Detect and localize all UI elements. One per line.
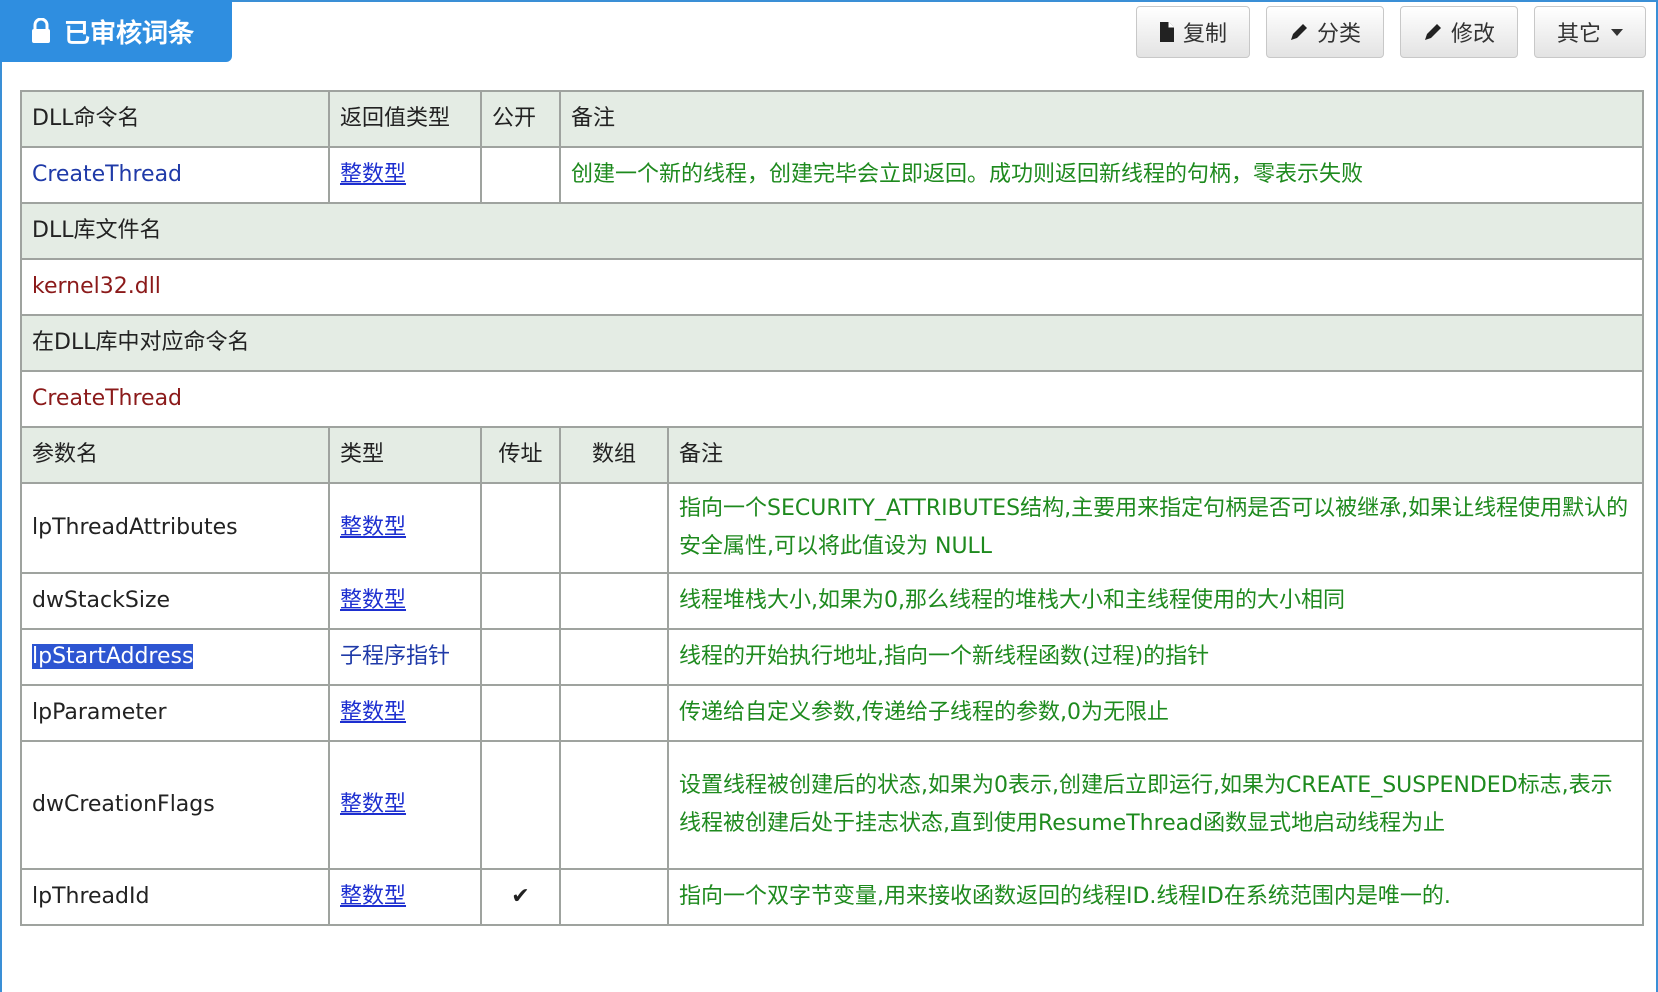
param-name-selected[interactable]: lpStartAddress	[32, 644, 194, 669]
dll-row: CreateThread 整数型 创建一个新的线程，创建完毕会立即返回。成功则返…	[20, 146, 1645, 204]
edit-button[interactable]: 修改	[1399, 6, 1518, 58]
param-note: 线程的开始执行地址,指向一个新线程函数(过程)的指针	[666, 628, 1645, 686]
param-array	[559, 628, 669, 686]
param-row: lpThreadAttributes 整数型 指向一个SECURITY_ATTR…	[20, 482, 1645, 574]
param-byref	[480, 684, 561, 742]
param-array	[559, 572, 669, 630]
param-row: dwCreationFlags 整数型 设置线程被创建后的状态,如果为0表示,创…	[20, 740, 1645, 870]
param-note: 传递给自定义参数,传递给子线程的参数,0为无限止	[666, 684, 1645, 742]
lib-header-row: DLL库文件名	[19, 202, 1645, 260]
param-row: lpThreadId 整数型 ✔ 指向一个双字节变量,用来接收函数返回的线程ID…	[20, 868, 1645, 926]
param-row: lpStartAddress 子程序指针 线程的开始执行地址,指向一个新线程函数…	[20, 628, 1645, 686]
entry-row: CreateThread	[19, 370, 1645, 428]
dll-header-row: DLL命令名 返回值类型 公开 备注	[20, 90, 1645, 148]
header-param-type: 类型	[328, 426, 482, 484]
param-row: lpParameter 整数型 传递给自定义参数,传递给子线程的参数,0为无限止	[20, 684, 1645, 742]
dll-note: 创建一个新的线程，创建完毕会立即返回。成功则返回新线程的句柄，零表示失败	[558, 146, 1645, 204]
copy-button[interactable]: 复制	[1135, 6, 1250, 58]
param-byref	[480, 628, 561, 686]
header-dll-name: DLL命令名	[20, 90, 330, 148]
entry-label: 在DLL库中对应命令名	[19, 314, 1645, 372]
lib-value: kernel32.dll	[19, 258, 1645, 316]
param-row: dwStackSize 整数型 线程堆栈大小,如果为0,那么线程的堆栈大小和主线…	[20, 572, 1645, 630]
param-name: lpParameter	[20, 684, 330, 742]
file-icon	[1159, 22, 1174, 42]
lock-icon	[32, 18, 50, 43]
header-public: 公开	[480, 90, 561, 148]
caret-down-icon	[1611, 28, 1623, 36]
param-name: dwStackSize	[20, 572, 330, 630]
dll-info-table: DLL命令名 返回值类型 公开 备注 CreateThread 整数型 创建一个…	[19, 90, 1645, 926]
param-type-link[interactable]: 整数型	[340, 588, 406, 613]
other-button-label: 其它	[1556, 22, 1601, 47]
param-type-link[interactable]: 整数型	[340, 884, 406, 909]
toolbar: 复制 分类 修改 其它	[1135, 6, 1646, 58]
edit-button-label: 修改	[1450, 22, 1495, 47]
param-array	[559, 482, 669, 574]
panel-title-tab: 已审核词条	[0, 0, 232, 62]
param-array	[559, 740, 669, 870]
classify-button[interactable]: 分类	[1265, 6, 1384, 58]
header-param-name: 参数名	[20, 426, 330, 484]
header-param-note: 备注	[666, 426, 1645, 484]
return-type-link[interactable]: 整数型	[340, 162, 406, 187]
param-byref	[480, 740, 561, 870]
header-return-type: 返回值类型	[328, 90, 482, 148]
param-note: 设置线程被创建后的状态,如果为0表示,创建后立即运行,如果为CREATE_SUS…	[666, 740, 1645, 870]
param-note: 指向一个双字节变量,用来接收函数返回的线程ID.线程ID在系统范围内是唯一的.	[666, 868, 1645, 926]
other-dropdown-button[interactable]: 其它	[1533, 6, 1646, 58]
param-byref	[480, 482, 561, 574]
param-array	[559, 868, 669, 926]
header-array: 数组	[559, 426, 669, 484]
param-type-link[interactable]: 整数型	[340, 515, 406, 540]
param-array	[559, 684, 669, 742]
classify-button-label: 分类	[1316, 22, 1361, 47]
dll-public	[480, 146, 561, 204]
param-type-link[interactable]: 整数型	[340, 700, 406, 725]
pencil-icon	[1290, 24, 1307, 40]
param-type: 子程序指针	[328, 628, 482, 686]
param-byref	[480, 572, 561, 630]
param-name: lpThreadAttributes	[20, 482, 330, 574]
dll-name: CreateThread	[20, 146, 330, 204]
header-byref: 传址	[480, 426, 561, 484]
params-header-row: 参数名 类型 传址 数组 备注	[20, 426, 1645, 484]
entry-header-row: 在DLL库中对应命令名	[19, 314, 1645, 372]
copy-button-label: 复制	[1182, 22, 1227, 47]
param-note: 线程堆栈大小,如果为0,那么线程的堆栈大小和主线程使用的大小相同	[666, 572, 1645, 630]
byref-check-icon: ✔	[480, 868, 561, 926]
param-type-link[interactable]: 整数型	[340, 792, 406, 817]
panel-title: 已审核词条	[64, 18, 195, 49]
param-name: dwCreationFlags	[20, 740, 330, 870]
lib-row: kernel32.dll	[19, 258, 1645, 316]
lib-label: DLL库文件名	[19, 202, 1645, 260]
param-note: 指向一个SECURITY_ATTRIBUTES结构,主要用来指定句柄是否可以被继…	[666, 482, 1645, 574]
param-name: lpThreadId	[20, 868, 330, 926]
entry-value: CreateThread	[19, 370, 1645, 428]
pencil-icon	[1424, 24, 1441, 40]
param-name-cell: lpStartAddress	[20, 628, 330, 686]
header-note: 备注	[558, 90, 1645, 148]
